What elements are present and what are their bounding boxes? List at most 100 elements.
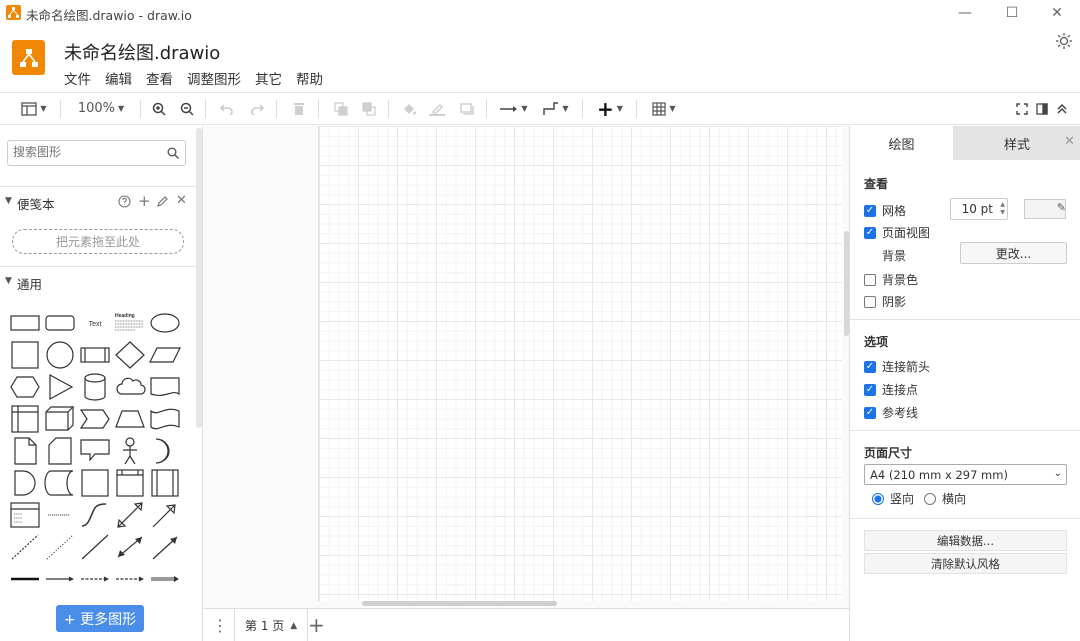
delay-shape[interactable] xyxy=(8,468,42,498)
tab-style[interactable]: 样式 xyxy=(953,126,1080,160)
portrait-radio[interactable] xyxy=(872,492,884,505)
curve-shape[interactable] xyxy=(78,500,112,530)
link-arrow-shape[interactable] xyxy=(148,564,182,594)
waypoints-button[interactable]: ▼ xyxy=(538,93,574,124)
hexagon-shape[interactable] xyxy=(8,372,42,402)
menu-arrange[interactable]: 调整图形 xyxy=(187,68,241,88)
landscape-radio[interactable] xyxy=(924,492,936,505)
square-shape[interactable] xyxy=(8,340,42,370)
edit-pencil-icon[interactable]: ✎ xyxy=(1057,201,1066,214)
internal-storage-shape[interactable] xyxy=(8,404,42,434)
actor-shape[interactable] xyxy=(113,436,147,466)
document-shape[interactable] xyxy=(148,372,182,402)
textbox-shape[interactable]: Heading xyxy=(113,308,147,338)
landscape-radio-row[interactable]: 横向 xyxy=(924,490,966,507)
view-panels-button[interactable]: ▼ xyxy=(16,93,52,124)
insert-button[interactable]: + ▼ xyxy=(592,93,628,124)
callout-shape[interactable] xyxy=(78,436,112,466)
add-page-button[interactable]: + xyxy=(308,613,325,637)
zoom-dropdown[interactable]: 100% ▼ xyxy=(72,93,130,124)
step-shape[interactable] xyxy=(78,404,112,434)
close-panel-icon[interactable]: ✕ xyxy=(1064,134,1075,149)
arrow-shape[interactable] xyxy=(148,500,182,530)
document-title[interactable]: 未命名绘图.drawio xyxy=(64,39,220,65)
table-button[interactable]: ▼ xyxy=(646,93,682,124)
bidirectional-connector-shape[interactable] xyxy=(113,532,147,562)
cylinder-shape[interactable] xyxy=(78,372,112,402)
list-shape[interactable] xyxy=(8,500,42,530)
grid-color-swatch[interactable]: ✎ xyxy=(1024,199,1066,219)
grid-size-input[interactable]: 10 pt ▲ ▼ xyxy=(950,198,1008,220)
triangle-shape[interactable] xyxy=(43,372,77,402)
ellipse-shape[interactable] xyxy=(148,308,182,338)
horizontal-scrollbar[interactable] xyxy=(362,601,557,606)
to-back-icon[interactable] xyxy=(358,93,380,124)
delete-icon[interactable] xyxy=(288,93,310,124)
square-2-shape[interactable] xyxy=(78,468,112,498)
maximize-button[interactable]: ☐ xyxy=(989,0,1035,26)
change-background-button[interactable]: 更改... xyxy=(960,242,1067,264)
chevron-up-icon[interactable]: ▲ xyxy=(290,621,297,631)
zoom-out-icon[interactable] xyxy=(176,93,198,124)
paper-size-select[interactable]: A4 (210 mm x 297 mm) ⌄ xyxy=(864,464,1067,485)
list-item-shape[interactable] xyxy=(43,500,77,530)
page-menu-icon[interactable]: ⋮ xyxy=(212,616,228,635)
data-storage-shape[interactable] xyxy=(43,468,77,498)
or-shape[interactable] xyxy=(148,436,182,466)
circle-shape[interactable] xyxy=(43,340,77,370)
background-color-checkbox[interactable] xyxy=(864,273,876,286)
search-icon[interactable] xyxy=(167,147,179,159)
grid-checkbox[interactable]: ✓ xyxy=(864,204,876,217)
card-shape[interactable] xyxy=(43,436,77,466)
connection-points-checkbox[interactable]: ✓ xyxy=(864,383,876,396)
page-tab-1[interactable]: 第 1 页 ▲ xyxy=(234,609,309,641)
to-front-icon[interactable] xyxy=(330,93,352,124)
undo-icon[interactable] xyxy=(216,93,238,124)
dotted-line-shape[interactable] xyxy=(43,532,77,562)
note-shape[interactable] xyxy=(8,436,42,466)
scratchpad-header[interactable]: ▼ 便笺本 + ✕ xyxy=(0,186,196,216)
swimlane-shape[interactable] xyxy=(148,468,182,498)
rectangle-shape[interactable] xyxy=(8,308,42,338)
connection-points-checkbox-row[interactable]: ✓ 连接点 xyxy=(864,381,918,398)
fill-color-icon[interactable] xyxy=(398,93,420,124)
trapezoid-shape[interactable] xyxy=(113,404,147,434)
directional-connector-shape[interactable] xyxy=(148,532,182,562)
cube-shape[interactable] xyxy=(43,404,77,434)
collapse-chevron-icon[interactable] xyxy=(1052,93,1072,124)
shape-search-box[interactable] xyxy=(7,140,186,166)
redo-icon[interactable] xyxy=(246,93,268,124)
shadow-checkbox-row[interactable]: 阴影 xyxy=(864,293,906,310)
general-shapes-header[interactable]: ▼ 通用 xyxy=(0,266,196,296)
close-window-button[interactable]: ✕ xyxy=(1034,0,1080,26)
help-icon[interactable] xyxy=(118,195,131,208)
menu-edit[interactable]: 编辑 xyxy=(105,68,132,88)
guides-checkbox-row[interactable]: ✓ 参考线 xyxy=(864,404,918,421)
connection-style-button[interactable]: ▼ xyxy=(496,93,532,124)
scratchpad-drop-zone[interactable]: 把元素拖至此处 xyxy=(12,229,184,254)
parallelogram-shape[interactable] xyxy=(148,340,182,370)
shadow-icon[interactable] xyxy=(456,93,478,124)
menu-view[interactable]: 查看 xyxy=(146,68,173,88)
sidebar-scrollbar[interactable] xyxy=(196,128,202,428)
spinner-icon[interactable]: ▲ ▼ xyxy=(1000,201,1005,217)
container-shape[interactable] xyxy=(113,468,147,498)
drawing-page-grid[interactable] xyxy=(318,126,842,601)
line-color-icon[interactable] xyxy=(426,93,448,124)
diagram-canvas[interactable] xyxy=(204,126,849,608)
menu-file[interactable]: 文件 xyxy=(64,68,91,88)
shape-search-input[interactable] xyxy=(13,145,163,159)
dashed-line-shape[interactable] xyxy=(8,532,42,562)
format-panel-toggle-icon[interactable] xyxy=(1032,93,1052,124)
bidirectional-arrow-shape[interactable] xyxy=(113,500,147,530)
edit-pencil-icon[interactable] xyxy=(157,196,168,207)
menu-help[interactable]: 帮助 xyxy=(296,68,323,88)
connector-label-shape[interactable] xyxy=(43,564,77,594)
diamond-shape[interactable] xyxy=(113,340,147,370)
tape-shape[interactable] xyxy=(148,404,182,434)
process-shape[interactable] xyxy=(78,340,112,370)
connect-arrows-checkbox[interactable]: ✓ xyxy=(864,360,876,373)
minimize-button[interactable]: — xyxy=(942,0,988,26)
dashed-connector-shape[interactable] xyxy=(78,564,112,594)
grid-checkbox-row[interactable]: ✓ 网格 xyxy=(864,202,906,219)
